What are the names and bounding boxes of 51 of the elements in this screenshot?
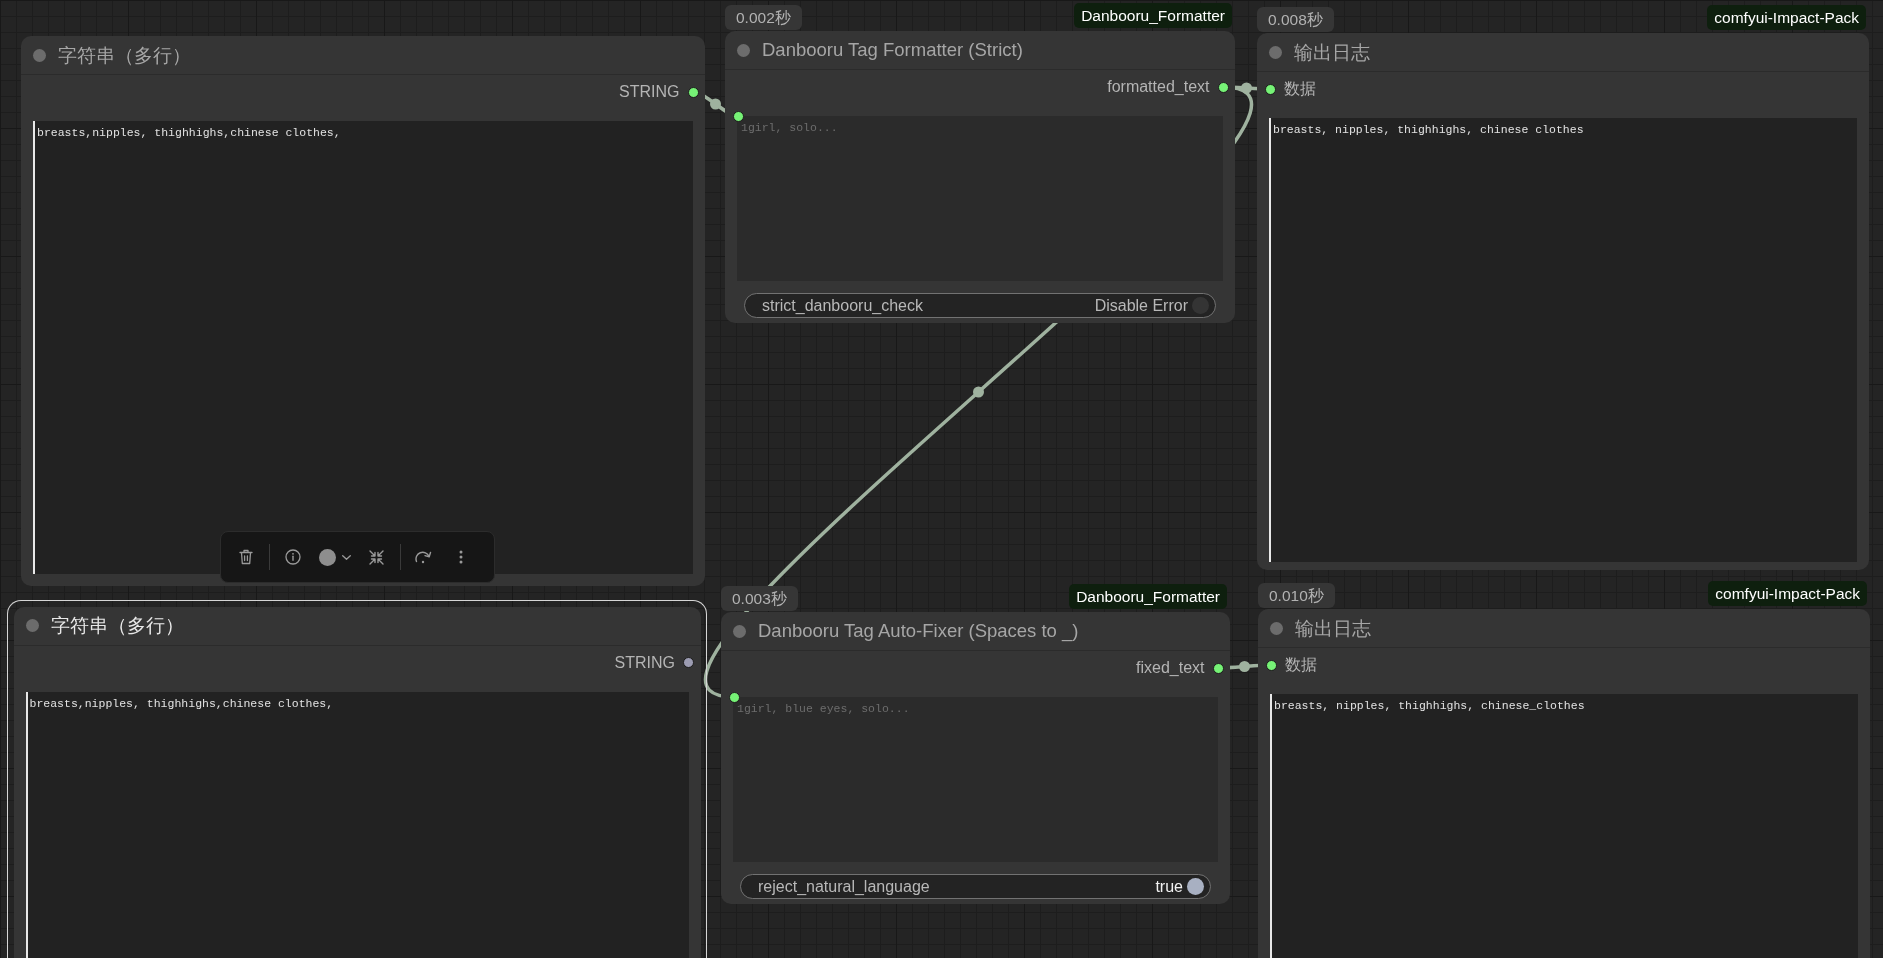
node-title: Danbooru Tag Auto-Fixer (Spaces to _) [758, 620, 1079, 642]
text-field[interactable]: 1girl, blue eyes, solo... [733, 697, 1218, 862]
more-icon [458, 550, 463, 564]
input-slot-icon[interactable] [728, 691, 740, 703]
output-slot-icon[interactable] [687, 86, 699, 98]
output-slot-icon[interactable] [1212, 662, 1224, 674]
toggle-knob-icon[interactable] [1187, 878, 1204, 895]
text-field[interactable]: 1girl, solo... [737, 116, 1223, 281]
toggle-switch[interactable]: strict_danbooru_check Disable Error [744, 293, 1216, 318]
shrink-arrows-icon [369, 549, 384, 565]
input-slot-icon[interactable] [1265, 659, 1277, 671]
output-slot-icon[interactable] [683, 657, 694, 668]
node-title: 字符串（多行） [58, 43, 191, 68]
input-slot-icon[interactable] [1264, 83, 1276, 95]
color-swatch-icon [318, 548, 336, 566]
trash-icon [238, 549, 253, 565]
execution-time-badge: 0.003秒 [721, 586, 798, 611]
input-label: 数据 [1283, 78, 1316, 99]
header-dot-icon[interactable] [25, 619, 39, 632]
toggle-knob-icon[interactable] [1192, 297, 1209, 314]
input-slot-icon[interactable] [732, 110, 744, 122]
output-label: formatted_text [1107, 78, 1210, 96]
header-dot-icon[interactable] [1270, 621, 1283, 635]
toggle-switch[interactable]: reject_natural_language true [740, 874, 1211, 899]
node-title: 字符串（多行） [50, 614, 184, 638]
output-label: STRING [619, 83, 680, 101]
node-pack-badge: Danbooru_Formatter [1074, 3, 1232, 28]
text-field[interactable]: breasts,nipples, thighhighs,chinese clothes, [25, 691, 689, 958]
node-title: Danbooru Tag Formatter (Strict) [762, 39, 1023, 61]
header-dot-icon[interactable] [33, 48, 46, 62]
output-label: STRING [614, 653, 675, 672]
node-pack-badge: comfyui-Impact-Pack [1707, 5, 1866, 30]
chevron-down-icon [341, 554, 351, 560]
node-pack-badge: Danbooru_Formatter [1069, 584, 1227, 609]
execution-time-badge: 0.010秒 [1258, 583, 1335, 608]
node-title: 输出日志 [1294, 40, 1370, 65]
output-label: fixed_text [1136, 659, 1205, 677]
node-pack-badge: comfyui-Impact-Pack [1708, 581, 1867, 606]
node-title: 输出日志 [1295, 616, 1371, 641]
input-label: 数据 [1284, 654, 1317, 675]
text-field[interactable]: breasts,nipples, thighhighs,chinese clothes, [33, 121, 693, 574]
info-icon [284, 549, 301, 565]
output-slot-icon[interactable] [1217, 81, 1229, 93]
execution-time-badge: 0.002秒 [725, 5, 802, 30]
execution-time-badge: 0.008秒 [1257, 7, 1334, 32]
curved-arrow-icon [415, 550, 432, 564]
text-field[interactable]: breasts, nipples, thighhighs, chinese_clothes [1270, 694, 1858, 958]
text-field[interactable]: breasts, nipples, thighhighs, chinese clothes [1269, 118, 1857, 562]
header-dot-icon[interactable] [1269, 45, 1282, 59]
header-dot-icon[interactable] [737, 43, 750, 57]
header-dot-icon[interactable] [733, 624, 746, 638]
